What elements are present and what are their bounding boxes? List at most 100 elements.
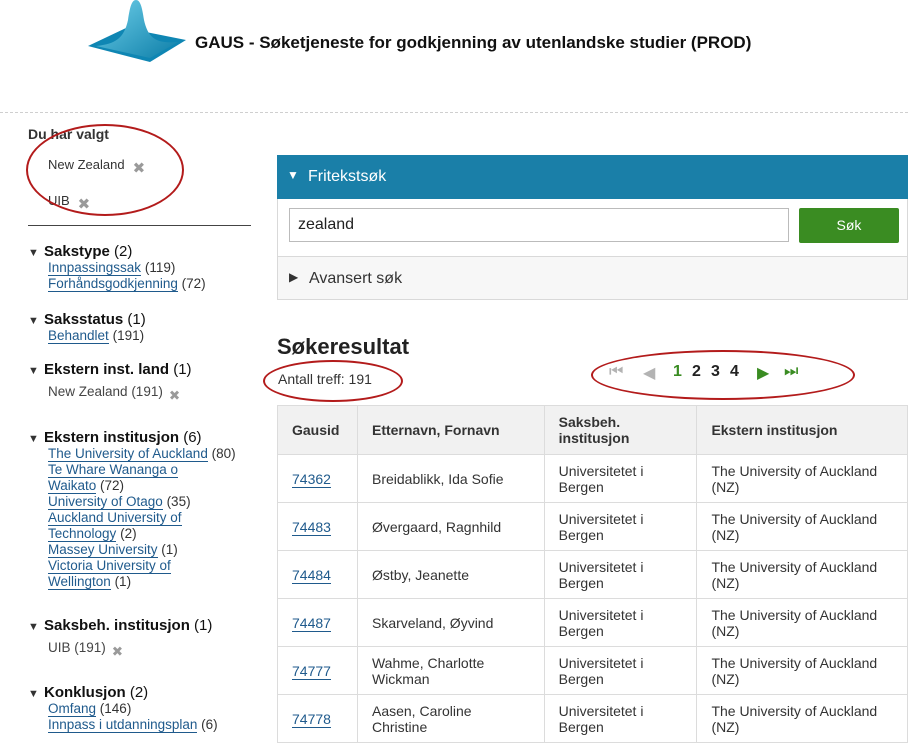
chevron-down-icon: ▼ [28,247,39,259]
facet-sakstype: ▼ Sakstype (2) Innpassingssak (119) Forhå… [28,243,252,292]
facet-ekstern-institusjon: ▼ Ekstern institusjon (6) The University … [28,429,252,590]
column-header[interactable]: Etternavn, Fornavn [356,405,545,455]
cell-ext: The University of Auckland (NZ) [696,646,908,695]
table-row: 74484 Østby, Jeanette Universitetet i Be… [277,550,908,599]
facet-link[interactable]: Victoria University of [48,558,171,574]
gausid-link[interactable]: 74483 [292,518,331,536]
facet-item-count: (191) [131,384,163,399]
facet-item: Forhåndsgodkjenning (72) [48,276,252,292]
facet-item: Innpass i utdanningsplan (6) [48,717,252,733]
facet-selected-item: New Zealand (191) ✖ [48,384,252,403]
gausid-link[interactable]: 74777 [292,662,331,680]
facet-item-count: (191) [112,328,145,343]
facet-count: (1) [127,311,146,328]
cell-gausid: 74484 [277,550,358,599]
facet-item-count: (72) [181,276,206,291]
fritekst-search-toggle[interactable]: ▼ Fritekstsøk [277,155,908,199]
facet-count: (1) [173,361,192,378]
facet-header[interactable]: ▼ Konklusjon (2) [28,684,252,701]
facet-link[interactable]: Omfang [48,701,97,717]
search-button[interactable]: Søk [799,208,899,243]
facet-header[interactable]: ▼ Saksstatus (1) [28,311,252,328]
facet-item-count: (119) [144,260,176,275]
facet-header[interactable]: ▼ Saksbeh. institusjon (1) [28,617,252,634]
advanced-search-toggle[interactable]: ▶ Avansert søk [278,256,907,299]
chevron-down-icon: ▼ [287,168,299,182]
gausid-link[interactable]: 74362 [292,470,331,488]
cell-ext: The University of Auckland (NZ) [696,598,908,647]
facet-link[interactable]: Behandlet [48,328,109,344]
facet-saksstatus: ▼ Saksstatus (1) Behandlet (191) [28,311,252,344]
facet-item: Victoria University of Wellington (1) [48,558,252,590]
gaussian-logo-icon [88,0,186,62]
annotation-ellipse-count [263,360,403,402]
facet-link[interactable]: Innpass i utdanningsplan [48,717,198,733]
facet-count: (6) [183,429,202,446]
cell-name: Østby, Jeanette [356,550,545,599]
facet-header[interactable]: ▼ Ekstern institusjon (6) [28,429,252,446]
fritekst-label: Fritekstsøk [308,168,387,185]
cell-name: Øvergaard, Ragnhild [356,502,545,551]
facet-item-count: (1) [114,574,132,589]
facet-link[interactable]: Technology [48,526,117,542]
facet-item: Massey University (1) [48,542,252,558]
table-header-row: Gausid Etternavn, Fornavn Saksbeh. insti… [277,405,908,455]
facet-item: Innpassingssak (119) [48,260,252,276]
facet-ekstern-inst-land: ▼ Ekstern inst. land (1) New Zealand (191… [28,361,252,403]
app-title: GAUS - Søketjeneste for godkjenning av u… [195,33,752,52]
facet-header[interactable]: ▼ Ekstern inst. land (1) [28,361,252,378]
facet-link[interactable]: Wellington [48,574,111,590]
cell-ext: The University of Auckland (NZ) [696,502,908,551]
remove-filter-icon[interactable]: ✖ [169,388,180,403]
facet-header[interactable]: ▼ Sakstype (2) [28,243,252,260]
column-header[interactable]: Gausid [277,405,358,455]
column-header[interactable]: Saksbeh. institusjon [543,405,698,455]
facet-title: Saksbeh. institusjon [44,617,190,634]
results-table: Gausid Etternavn, Fornavn Saksbeh. insti… [277,405,908,743]
search-panel: Søk ▶ Avansert søk [277,199,908,300]
gausid-link[interactable]: 74778 [292,710,331,728]
cell-inst: Universitetet i Bergen [543,598,698,647]
facet-item: The University of Auckland (80) [48,446,252,462]
facet-link[interactable]: Te Whare Wananga o [48,462,179,478]
facet-item-count: (72) [100,478,125,493]
gausid-link[interactable]: 74487 [292,614,331,632]
facet-item-count: (80) [211,446,236,461]
gausid-link[interactable]: 74484 [292,566,331,584]
facet-item-count: (191) [74,640,106,655]
chevron-down-icon: ▼ [28,433,39,445]
facet-link[interactable]: Waikato [48,478,97,494]
facet-link[interactable]: Auckland University of [48,510,182,526]
facet-item-count: (6) [201,717,218,732]
facet-selected-label: UIB [48,640,71,655]
cell-gausid: 74362 [277,454,358,503]
facet-link[interactable]: Massey University [48,542,158,558]
cell-gausid: 74777 [277,646,358,695]
cell-gausid: 74778 [277,694,358,743]
search-input[interactable] [289,208,789,242]
facet-item-count: (146) [99,701,132,716]
facet-item-count: (35) [166,494,191,509]
facet-link[interactable]: Forhåndsgodkjenning [48,276,178,292]
facet-title: Saksstatus [44,311,124,328]
chevron-down-icon: ▼ [28,315,39,327]
cell-inst: Universitetet i Bergen [543,454,698,503]
cell-name: Wahme, Charlotte Wickman [356,646,545,695]
facet-count: (2) [129,684,149,701]
facet-link[interactable]: University of Otago [48,494,163,510]
remove-filter-icon[interactable]: ✖ [112,644,123,659]
advanced-search-label: Avansert søk [309,270,403,287]
table-row: 74362 Breidablikk, Ida Sofie Universitet… [277,454,908,503]
cell-name: Skarveland, Øyvind [356,598,545,647]
cell-name: Aasen, Caroline Christine [356,694,545,743]
facet-item-count: (2) [120,526,137,541]
table-row: 74487 Skarveland, Øyvind Universitetet i… [277,598,908,647]
facet-title: Sakstype [44,243,110,260]
sidebar-divider [28,225,251,226]
facet-link[interactable]: Innpassingssak [48,260,142,276]
column-header[interactable]: Ekstern institusjon [696,405,908,455]
facet-link[interactable]: The University of Auckland [48,446,208,462]
cell-inst: Universitetet i Bergen [543,646,698,695]
cell-gausid: 74487 [277,598,358,647]
facet-item-count: (1) [161,542,178,557]
